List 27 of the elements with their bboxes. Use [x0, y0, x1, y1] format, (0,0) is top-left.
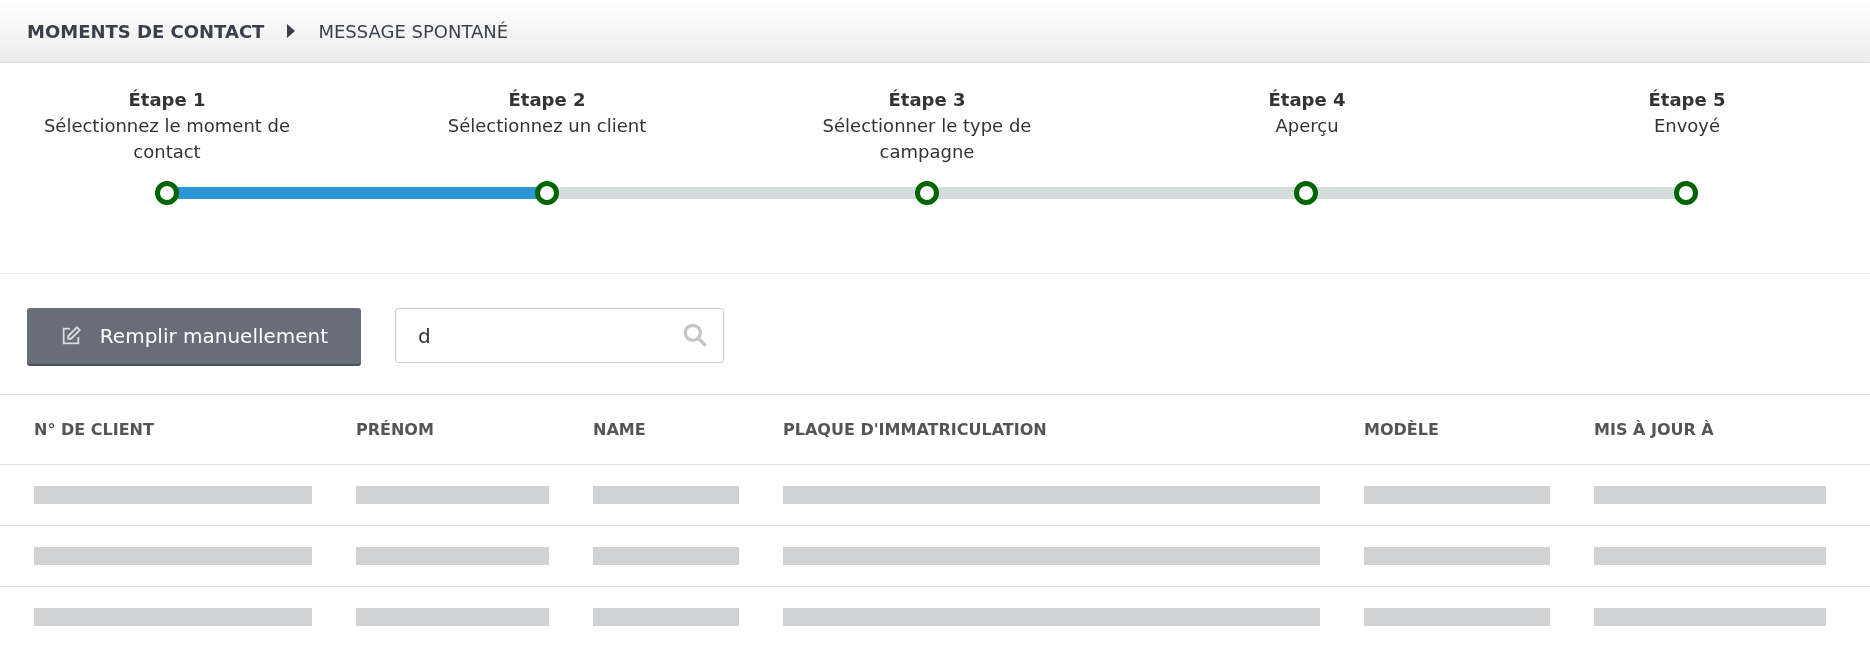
column-header: NAME	[593, 420, 647, 439]
step-label: Aperçu	[1274, 114, 1340, 138]
caret-icon	[286, 24, 297, 38]
breadcrumb-item: MESSAGE SPONTANÉ	[318, 20, 509, 42]
step-label: Sélectionnez le moment de contact	[42, 114, 292, 164]
column-header: N° DE CLIENT	[34, 420, 155, 439]
step-title: Étape 1	[127, 88, 207, 112]
search-field[interactable]: d	[395, 308, 724, 363]
column-header: PRÉNOM	[356, 420, 435, 439]
step-title: Étape 3	[887, 88, 967, 112]
search-icon	[682, 322, 708, 348]
breadcrumb-item[interactable]: MOMENTS DE CONTACT	[27, 20, 265, 42]
step-dot[interactable]	[534, 181, 559, 205]
step-dot[interactable]	[155, 181, 179, 205]
column-header: PLAQUE D'IMMATRICULATION	[783, 420, 1048, 439]
step-label: Envoyé	[1652, 114, 1722, 138]
step-dot[interactable]	[1674, 181, 1698, 205]
step-title: Étape 4	[1267, 88, 1347, 112]
column-header: MODÈLE	[1364, 420, 1440, 439]
step-dot[interactable]	[914, 181, 939, 205]
step-label: Sélectionner le type de campagne	[821, 114, 1033, 164]
step-title: Étape 5	[1647, 88, 1727, 112]
step-title: Étape 2	[507, 88, 587, 112]
column-header: MIS À JOUR À	[1594, 420, 1715, 439]
fill-manually-button[interactable]: Remplir manuellement	[27, 308, 361, 364]
step-dot[interactable]	[1294, 181, 1319, 205]
step-label: Sélectionnez un client	[446, 114, 648, 138]
